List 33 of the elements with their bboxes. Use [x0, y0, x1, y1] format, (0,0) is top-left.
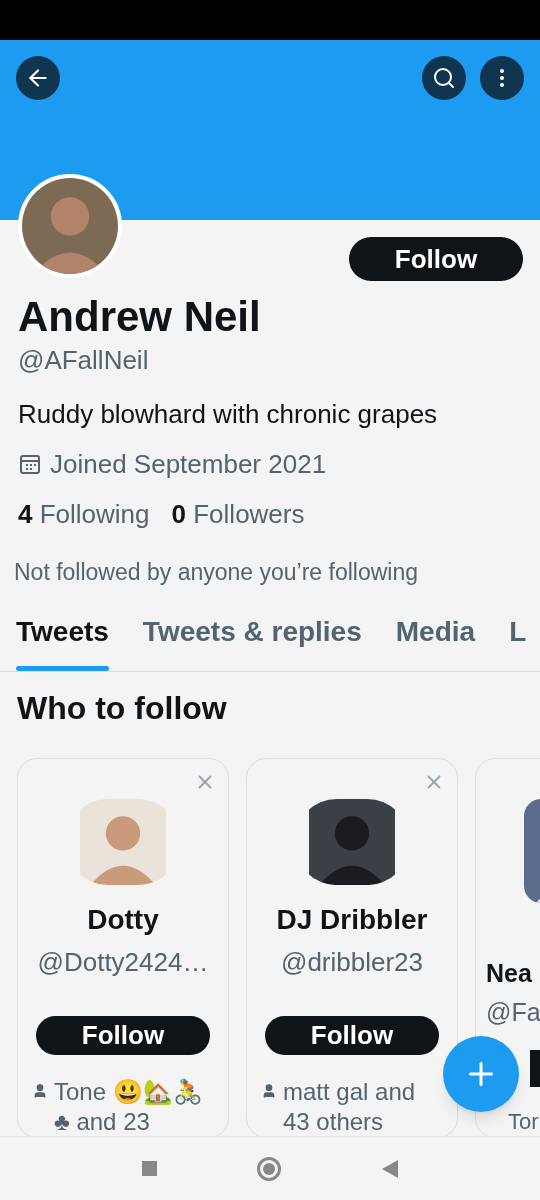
mutual-note: Not followed by anyone you’re following	[14, 558, 420, 587]
card-name: Dotty	[87, 903, 159, 937]
following-count[interactable]: 4 Following	[18, 497, 150, 531]
card-name: Nea	[486, 957, 532, 989]
search-icon[interactable]	[422, 56, 466, 100]
person-icon	[32, 1083, 48, 1099]
profile-tab[interactable]: Media	[395, 611, 476, 671]
follow-button[interactable]: Follow	[36, 1016, 210, 1055]
home-icon[interactable]	[256, 1156, 281, 1181]
back-icon[interactable]	[16, 56, 60, 100]
followed-by-note: Tone 😃🏡🚴 ♣ and 23	[54, 1077, 204, 1137]
recents-icon[interactable]	[141, 1161, 157, 1176]
card-handle: @Dotty2424…	[37, 946, 209, 979]
profile-tab[interactable]: Tweets & replies	[142, 611, 362, 671]
profile-bio: Ruddy blowhard with chronic grapes	[18, 398, 439, 431]
profile-tab[interactable]: Tweets	[16, 611, 109, 671]
profile-name: Andrew Neil	[18, 293, 262, 341]
more-icon[interactable]	[480, 56, 524, 100]
calendar-icon	[18, 452, 42, 476]
followed-by-note: Tor	[508, 1108, 539, 1136]
compose-button[interactable]	[443, 1036, 519, 1112]
card-name: DJ Dribbler	[276, 903, 428, 937]
followed-by-note: matt gal and 43 others	[283, 1077, 417, 1137]
person-icon	[261, 1083, 277, 1099]
section-title: Who to follow	[16, 689, 228, 728]
card-handle: @Fa	[486, 997, 540, 1028]
follow-button[interactable]: Follow	[265, 1016, 439, 1055]
card-handle: @dribbler23	[281, 946, 423, 979]
followers-count[interactable]: 0 Followers	[171, 497, 305, 531]
follow-button[interactable]: Follow	[349, 237, 523, 281]
profile-handle: @AFallNeil	[18, 344, 150, 377]
joined-date: Joined September 2021	[50, 448, 327, 481]
profile-tab[interactable]: L	[509, 611, 527, 671]
